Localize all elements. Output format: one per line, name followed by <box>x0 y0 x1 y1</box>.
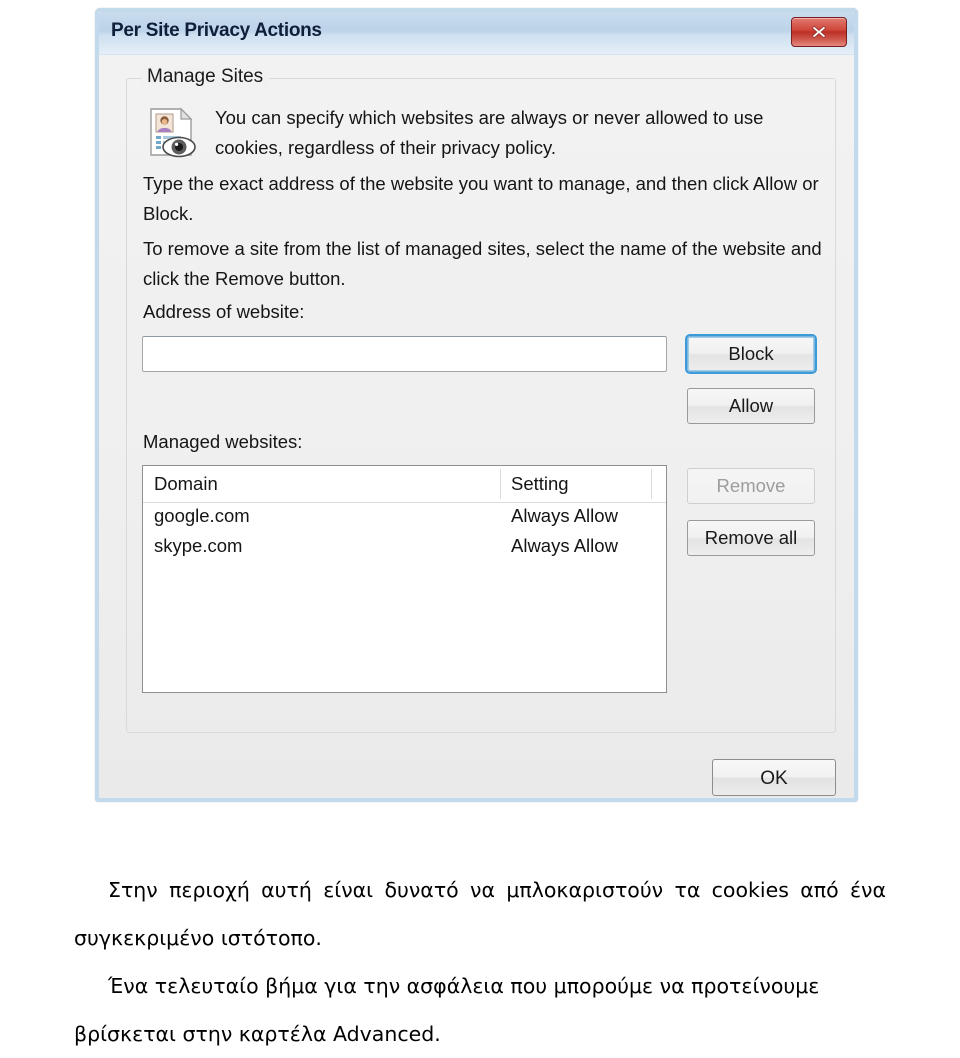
cell-domain: google.com <box>154 505 250 526</box>
manage-sites-groupbox: Manage Sites You can specify which websi… <box>126 66 836 733</box>
ok-button[interactable]: OK <box>712 759 836 796</box>
managed-websites-label: Managed websites: <box>143 431 303 452</box>
dialog-body: Manage Sites You can specify which websi… <box>99 55 854 798</box>
column-header-domain[interactable]: Domain <box>154 473 218 495</box>
table-row[interactable]: skype.com Always Allow <box>143 533 666 563</box>
remove-all-button[interactable]: Remove all <box>687 520 815 556</box>
column-divider-2 <box>651 469 652 499</box>
per-site-privacy-actions-dialog: Per Site Privacy Actions Manage Sites Yo… <box>95 8 858 802</box>
caption-text: Στην περιοχή αυτή είναι δυνατό να μπλοκα… <box>74 866 886 1058</box>
column-header-setting[interactable]: Setting <box>511 473 569 495</box>
title-bar: Per Site Privacy Actions <box>99 12 854 55</box>
cell-setting: Always Allow <box>511 535 618 556</box>
remove-button[interactable]: Remove <box>687 468 815 504</box>
caption-paragraph-2: Ένα τελευταίο βήμα για την ασφάλεια που … <box>74 974 820 1046</box>
instructions-remove-site: To remove a site from the list of manage… <box>143 238 822 289</box>
cell-domain: skype.com <box>154 535 243 556</box>
groupbox-legend: Manage Sites <box>141 66 270 88</box>
allow-button[interactable]: Allow <box>687 388 815 424</box>
privacy-document-eye-icon <box>143 105 199 161</box>
listbox-header: Domain Setting <box>143 466 666 503</box>
caption-paragraph-1: Στην περιοχή αυτή είναι δυνατό να μπλοκα… <box>74 878 886 950</box>
close-button[interactable] <box>791 17 847 47</box>
column-divider-1 <box>500 469 501 499</box>
close-icon <box>810 23 828 41</box>
address-of-website-label: Address of website: <box>143 301 305 322</box>
managed-websites-listbox[interactable]: Domain Setting google.com Always Allow s… <box>142 465 667 693</box>
block-button[interactable]: Block <box>685 334 817 374</box>
info-paragraph: You can specify which websites are alway… <box>215 107 764 158</box>
address-of-website-input[interactable] <box>142 336 667 372</box>
table-row[interactable]: google.com Always Allow <box>143 503 666 533</box>
instructions-type-address: Type the exact address of the website yo… <box>143 173 819 224</box>
window-title: Per Site Privacy Actions <box>111 20 322 41</box>
cell-setting: Always Allow <box>511 505 618 526</box>
